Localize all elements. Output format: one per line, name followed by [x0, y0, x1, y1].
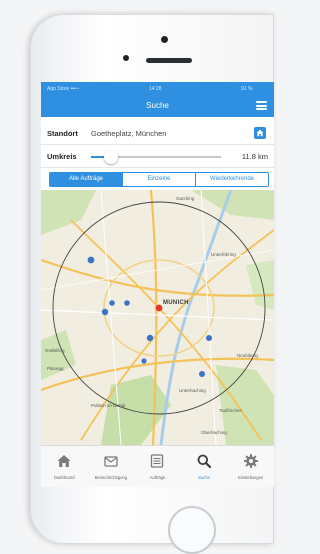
- location-input[interactable]: [91, 126, 241, 140]
- map-place-label: Neubiberg: [237, 353, 258, 358]
- envelope-icon: [104, 456, 118, 467]
- list-icon: [151, 454, 164, 468]
- gear-icon: [243, 454, 258, 468]
- earpiece-speaker: [146, 58, 192, 63]
- menu-icon[interactable]: [256, 101, 267, 110]
- tab-dashboard[interactable]: Dashboard: [41, 446, 88, 487]
- tab-label: Aufträge: [149, 475, 166, 480]
- filter-recurring-jobs[interactable]: Wiederkehrende: [196, 173, 268, 186]
- radius-slider-fill: [91, 156, 104, 158]
- home-icon: [57, 455, 71, 467]
- tab-jobs[interactable]: Aufträge: [134, 446, 181, 487]
- radius-label: Umkreis: [47, 152, 77, 161]
- app-screen: App Store •••◦◦ 14:28 91 % Suche Standor…: [41, 82, 274, 487]
- location-row: Standort: [41, 122, 274, 145]
- map-canvas: [41, 190, 274, 445]
- tab-label: Einstellungen: [238, 475, 264, 480]
- tab-notifications[interactable]: Benachrichtigung: [88, 446, 135, 487]
- status-battery: 91 %: [241, 86, 253, 92]
- tab-label: Dashboard: [54, 475, 75, 480]
- status-carrier: App Store •••◦◦: [47, 86, 80, 92]
- radius-slider[interactable]: [91, 150, 221, 164]
- map-view[interactable]: MUNICH Garching Unterföhring Gräfelfing …: [41, 190, 274, 445]
- tab-bar: Dashboard Benachrichtigung Aufträge Such…: [41, 445, 274, 487]
- search-icon: [197, 454, 212, 469]
- filter-single-jobs[interactable]: Einzelne: [123, 173, 196, 186]
- location-label: Standort: [47, 129, 78, 138]
- navigation-bar: Suche: [41, 95, 274, 117]
- map-place-label: Unterföhring: [211, 252, 236, 257]
- map-city-label: MUNICH: [163, 300, 189, 306]
- home-location-button[interactable]: [254, 127, 266, 139]
- home-button[interactable]: [168, 506, 216, 554]
- map-place-label: Unterhaching: [179, 388, 206, 393]
- map-place-label: Garching: [176, 196, 195, 201]
- filter-all-jobs[interactable]: Alle Aufträge: [50, 173, 123, 186]
- status-bar: App Store •••◦◦ 14:28 91 %: [41, 82, 274, 95]
- tab-search[interactable]: Suche: [181, 446, 228, 487]
- radius-row: Umkreis 11.8 km: [41, 145, 274, 168]
- tab-settings[interactable]: Einstellungen: [227, 446, 274, 487]
- proximity-sensor: [123, 55, 129, 61]
- radius-slider-thumb[interactable]: [104, 150, 118, 164]
- map-place-label: Pullach im Isartal: [91, 403, 126, 408]
- status-time: 14:28: [149, 86, 162, 92]
- job-type-filter: Alle Aufträge Einzelne Wiederkehrende: [49, 172, 269, 187]
- page-title: Suche: [146, 101, 169, 110]
- tab-label: Benachrichtigung: [94, 475, 128, 480]
- front-camera: [161, 36, 168, 43]
- map-place-label: Oberhaching: [201, 430, 227, 435]
- tab-label: Suche: [198, 475, 211, 480]
- radius-value: 11.8 km: [241, 152, 268, 161]
- house-icon: [256, 129, 264, 137]
- map-place-label: Gräfelfing: [45, 348, 65, 353]
- map-place-label: Taufkirchen: [219, 408, 243, 413]
- map-place-label: Planegg: [47, 366, 64, 371]
